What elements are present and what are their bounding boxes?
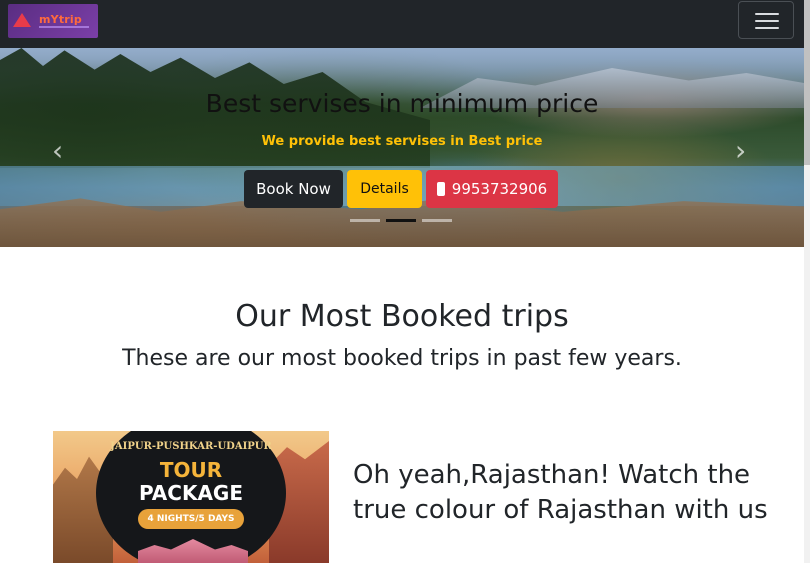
trip-image[interactable]: JAIPUR-PUSHKAR-UDAIPUR TOUR PACKAGE 4 NI…	[53, 431, 329, 563]
book-now-button[interactable]: Book Now	[244, 170, 343, 208]
brand-logo-text: mYtrip	[39, 13, 82, 26]
brand-logo-underline	[39, 26, 89, 28]
page-scrollbar[interactable]	[804, 0, 810, 563]
image-tour-text: TOUR	[159, 458, 223, 482]
hero-carousel: ‹ › Best servises in minimum price We pr…	[0, 48, 804, 247]
call-button[interactable]: 9953732906	[426, 170, 558, 208]
sailboat-icon	[13, 13, 31, 27]
hero-subtitle: We provide best servises in Best price	[261, 134, 543, 149]
phone-icon	[436, 182, 445, 196]
trip-heading: Oh yeah,Rajasthan! Watch the true colour…	[353, 460, 768, 525]
image-route-text: JAIPUR-PUSHKAR-UDAIPUR	[110, 441, 272, 452]
section-subtitle: These are our most booked trips in past …	[122, 346, 682, 371]
hero-title: Best servises in minimum price	[205, 89, 599, 118]
image-duration-pill: 4 NIGHTS/5 DAYS	[138, 509, 244, 529]
phone-number: 9953732906	[451, 180, 548, 198]
image-package-text: PACKAGE	[138, 481, 244, 505]
scrollbar-thumb[interactable]	[804, 0, 810, 165]
hamburger-icon	[755, 13, 779, 15]
navbar: mYtrip	[0, 0, 810, 48]
carousel-indicator-1[interactable]	[350, 219, 380, 222]
section-title: Our Most Booked trips	[235, 299, 569, 334]
carousel-indicator-2[interactable]	[386, 219, 416, 222]
hamburger-icon-bar	[755, 27, 779, 29]
carousel-indicators	[350, 219, 454, 222]
navbar-toggle-button[interactable]	[738, 1, 794, 39]
brand-logo[interactable]: mYtrip	[8, 4, 98, 38]
details-button[interactable]: Details	[347, 170, 422, 208]
carousel-indicator-3[interactable]	[422, 219, 452, 222]
hamburger-icon-bar	[755, 20, 779, 22]
